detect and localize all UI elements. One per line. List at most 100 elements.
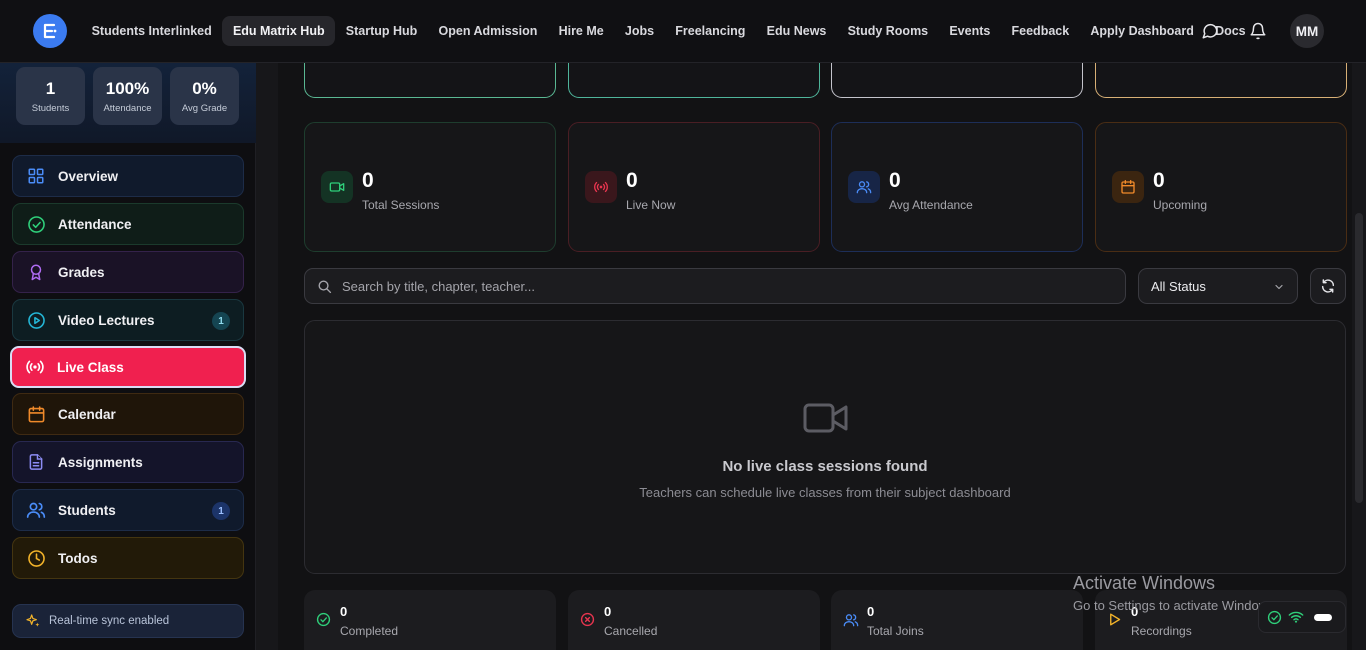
nav-item-events[interactable]: Events bbox=[939, 16, 1001, 46]
stat-value: 0 bbox=[604, 604, 612, 619]
nav-item-students-interlinked[interactable]: Students Interlinked bbox=[81, 16, 222, 46]
sidebar-item-attendance[interactable]: Attendance bbox=[12, 203, 244, 245]
video-icon bbox=[803, 401, 849, 435]
sync-label: Real-time sync enabled bbox=[49, 615, 170, 627]
nav-item-jobs[interactable]: Jobs bbox=[614, 16, 664, 46]
stat-value: 0 bbox=[889, 169, 901, 192]
stat-attendance: 100% Attendance bbox=[93, 67, 162, 125]
sidebar-item-label: Attendance bbox=[58, 216, 132, 232]
nav-item-open-admission[interactable]: Open Admission bbox=[428, 16, 548, 46]
grid-icon bbox=[26, 166, 46, 186]
stat-label: Live Now bbox=[626, 198, 676, 212]
nav-item-freelancing[interactable]: Freelancing bbox=[665, 16, 756, 46]
count-badge: 1 bbox=[212, 312, 230, 330]
main-nav: Students Interlinked Edu Matrix Hub Star… bbox=[81, 16, 1256, 46]
chat-icon bbox=[1202, 23, 1218, 39]
app-logo[interactable] bbox=[33, 14, 67, 48]
empty-state-subtitle: Teachers can schedule live classes from … bbox=[639, 485, 1011, 500]
nav-item-edu-news[interactable]: Edu News bbox=[756, 16, 837, 46]
check-circle-icon bbox=[316, 612, 331, 627]
bell-icon bbox=[1250, 22, 1266, 40]
status-filter-select[interactable]: All Status bbox=[1138, 268, 1298, 304]
play-icon bbox=[1107, 612, 1122, 627]
stat-label: Attendance bbox=[103, 102, 152, 114]
sidebar-item-grades[interactable]: Grades bbox=[12, 251, 244, 293]
nav-item-study-rooms[interactable]: Study Rooms bbox=[837, 16, 939, 46]
stat-value: 1 bbox=[45, 78, 56, 98]
sidebar-item-overview[interactable]: Overview bbox=[12, 155, 244, 197]
notifications-button[interactable] bbox=[1234, 13, 1282, 49]
refresh-button[interactable] bbox=[1310, 268, 1346, 304]
sidebar-item-label: Calendar bbox=[58, 406, 116, 422]
video-icon bbox=[321, 171, 353, 203]
stat-label: Recordings bbox=[1131, 624, 1192, 638]
stat-value: 0 bbox=[867, 604, 875, 619]
users-icon bbox=[848, 171, 880, 203]
x-circle-icon bbox=[580, 612, 595, 627]
search-box bbox=[304, 268, 1126, 304]
stat-card-completed: 0 Completed bbox=[304, 590, 556, 650]
search-input[interactable] bbox=[342, 278, 1102, 294]
wifi-icon bbox=[1288, 610, 1304, 624]
sidebar-item-label: Live Class bbox=[57, 359, 124, 375]
sidebar-item-live-class[interactable]: Live Class bbox=[10, 346, 246, 388]
stat-value: 0 bbox=[626, 169, 638, 192]
stat-label: Upcoming bbox=[1153, 198, 1208, 212]
stat-value: 0 bbox=[362, 169, 374, 192]
watermark-subtitle: Go to Settings to activate Windows. bbox=[1073, 598, 1279, 613]
calendar-icon bbox=[1112, 171, 1144, 203]
user-avatar[interactable]: MM bbox=[1290, 14, 1324, 48]
users-icon bbox=[26, 500, 46, 520]
logo-icon bbox=[43, 23, 57, 39]
stat-value: 0 bbox=[1153, 169, 1165, 192]
play-circle-icon bbox=[26, 310, 46, 330]
sidebar-item-calendar[interactable]: Calendar bbox=[12, 393, 244, 435]
stat-value: 0 bbox=[340, 604, 348, 619]
stat-label: Total Joins bbox=[867, 624, 924, 638]
top-actions: MM bbox=[1186, 13, 1324, 49]
stat-avg-grade: 0% Avg Grade bbox=[170, 67, 239, 125]
nav-item-hire-me[interactable]: Hire Me bbox=[548, 16, 614, 46]
check-circle-icon bbox=[1267, 610, 1282, 625]
file-text-icon bbox=[26, 452, 46, 472]
stat-card-cancelled: 0 Cancelled bbox=[568, 590, 820, 650]
sidebar-item-label: Video Lectures bbox=[58, 312, 155, 328]
messages-button[interactable] bbox=[1186, 13, 1234, 49]
system-tray[interactable] bbox=[1258, 601, 1346, 633]
main-scrollbar[interactable] bbox=[1352, 63, 1366, 650]
nav-item-feedback[interactable]: Feedback bbox=[1001, 16, 1080, 46]
stat-label: Avg Grade bbox=[181, 102, 228, 114]
stat-card-upcoming: 0 Upcoming bbox=[1095, 122, 1347, 252]
empty-state-title: No live class sessions found bbox=[722, 458, 928, 475]
stat-card-live-now: 0 Live Now bbox=[568, 122, 820, 252]
stat-card-avg-attendance: 0 Avg Attendance bbox=[831, 122, 1083, 252]
sidebar-item-todos[interactable]: Todos bbox=[12, 537, 244, 579]
stat-value: 100% bbox=[105, 78, 150, 98]
scrollbar-thumb[interactable] bbox=[1355, 213, 1363, 503]
clock-icon bbox=[26, 548, 46, 568]
broadcast-icon bbox=[25, 357, 45, 377]
status-filter-value: All Status bbox=[1151, 278, 1206, 294]
sidebar-scrollbar[interactable] bbox=[256, 63, 278, 650]
sparkles-icon bbox=[25, 613, 41, 629]
sidebar-item-video-lectures[interactable]: Video Lectures 1 bbox=[12, 299, 244, 341]
sidebar: 1 Students 100% Attendance 0% Avg Grade … bbox=[0, 63, 256, 650]
sessions-empty-state: No live class sessions found Teachers ca… bbox=[304, 320, 1346, 574]
count-badge: 1 bbox=[212, 502, 230, 520]
search-icon bbox=[317, 279, 332, 294]
sidebar-item-label: Assignments bbox=[58, 454, 143, 470]
stat-card-total-joins: 0 Total Joins bbox=[831, 590, 1083, 650]
stat-label: Cancelled bbox=[604, 624, 658, 638]
sidebar-item-label: Overview bbox=[58, 168, 119, 184]
sidebar-item-assignments[interactable]: Assignments bbox=[12, 441, 244, 483]
nav-item-startup-hub[interactable]: Startup Hub bbox=[335, 16, 428, 46]
stat-students: 1 Students bbox=[16, 67, 85, 125]
stat-label: Total Sessions bbox=[362, 198, 440, 212]
stat-label: Avg Attendance bbox=[889, 198, 973, 212]
nav-item-edu-matrix-hub[interactable]: Edu Matrix Hub bbox=[222, 16, 336, 46]
sidebar-item-students[interactable]: Students 1 bbox=[12, 489, 244, 531]
sidebar-item-label: Todos bbox=[58, 550, 98, 566]
stat-value: 0% bbox=[192, 78, 217, 98]
sync-status: Real-time sync enabled bbox=[12, 604, 244, 638]
top-navbar: Students Interlinked Edu Matrix Hub Star… bbox=[0, 0, 1366, 63]
